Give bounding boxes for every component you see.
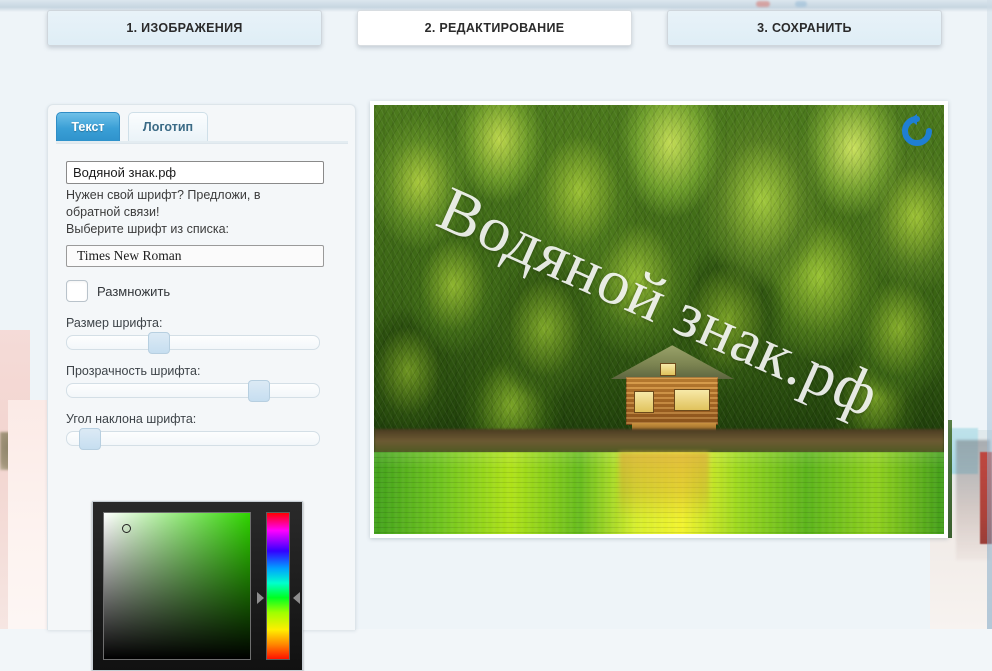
opacity-slider-label: Прозрачность шрифта: bbox=[66, 364, 201, 378]
tab-text[interactable]: Текст bbox=[56, 112, 120, 142]
background-photo-left-secondary bbox=[8, 400, 50, 629]
hue-marker-right-icon[interactable] bbox=[293, 591, 300, 604]
tile-checkbox[interactable] bbox=[66, 280, 88, 302]
step-button-editing[interactable]: 2. РЕДАКТИРОВАНИЕ bbox=[357, 10, 632, 46]
tile-checkbox-label: Размножить bbox=[97, 283, 171, 299]
hue-strip[interactable] bbox=[266, 512, 290, 660]
tab-text-label: Текст bbox=[71, 120, 105, 134]
opacity-slider-track[interactable] bbox=[66, 380, 320, 402]
step-button-editing-label: 2. РЕДАКТИРОВАНИЕ bbox=[424, 21, 565, 35]
font-hint-line3: Выберите шрифт из списка: bbox=[66, 222, 230, 236]
preview-photo[interactable]: Водяной знак.рф bbox=[374, 105, 944, 534]
watermark-form: Нужен свой шрифт? Предложи, в обратной с… bbox=[66, 161, 338, 450]
font-size-slider-thumb[interactable] bbox=[148, 332, 171, 354]
cabin-attic-window bbox=[660, 363, 677, 377]
hue-marker-left-icon[interactable] bbox=[257, 591, 264, 604]
font-select[interactable]: Times New Roman bbox=[66, 245, 324, 267]
photo-cabin-reflection bbox=[619, 452, 710, 522]
saturation-value-square[interactable] bbox=[103, 512, 251, 660]
panel-tabs: Текст Логотип bbox=[56, 112, 348, 142]
step-button-images[interactable]: 1. ИЗОБРАЖЕНИЯ bbox=[47, 10, 322, 46]
watermark-text-input[interactable] bbox=[66, 161, 324, 184]
opacity-slider-group: Прозрачность шрифта: bbox=[66, 364, 338, 402]
step-button-save[interactable]: 3. СОХРАНИТЬ bbox=[667, 10, 942, 46]
step-navigation: 1. ИЗОБРАЖЕНИЯ 2. РЕДАКТИРОВАНИЕ 3. СОХР… bbox=[0, 10, 992, 50]
background-decor-blue bbox=[795, 1, 807, 7]
font-hint-line2: обратной связи! bbox=[66, 205, 160, 219]
saturation-value-cursor[interactable] bbox=[122, 523, 132, 533]
background-decor-red bbox=[756, 1, 770, 7]
angle-slider-track[interactable] bbox=[66, 428, 320, 450]
angle-slider-thumb[interactable] bbox=[78, 428, 101, 450]
angle-slider-label: Угол наклона шрифта: bbox=[66, 412, 197, 426]
tile-checkbox-row: Размножить bbox=[66, 280, 338, 302]
editor-panel: Текст Логотип Нужен свой шрифт? Предложи… bbox=[47, 104, 356, 671]
tab-logo[interactable]: Логотип bbox=[128, 112, 208, 142]
color-picker[interactable] bbox=[92, 501, 303, 671]
cabin-right-window bbox=[674, 389, 711, 412]
font-size-slider-track[interactable] bbox=[66, 332, 320, 354]
tab-logo-label: Логотип bbox=[142, 120, 194, 134]
cabin-left-window bbox=[634, 391, 655, 414]
background-right-edge bbox=[987, 0, 992, 629]
step-button-images-label: 1. ИЗОБРАЖЕНИЯ bbox=[126, 21, 243, 35]
opacity-slider-thumb[interactable] bbox=[247, 380, 270, 402]
font-size-slider-group: Размер шрифта: bbox=[66, 316, 338, 354]
rotate-icon[interactable] bbox=[900, 114, 934, 148]
font-hint-line1: Нужен свой шрифт? Предложи, в bbox=[66, 188, 261, 202]
tab-separator bbox=[56, 141, 348, 144]
image-preview: Водяной знак.рф bbox=[370, 101, 948, 538]
step-button-save-label: 3. СОХРАНИТЬ bbox=[757, 21, 852, 35]
font-size-slider-label: Размер шрифта: bbox=[66, 316, 163, 330]
angle-slider-group: Угол наклона шрифта: bbox=[66, 412, 338, 450]
